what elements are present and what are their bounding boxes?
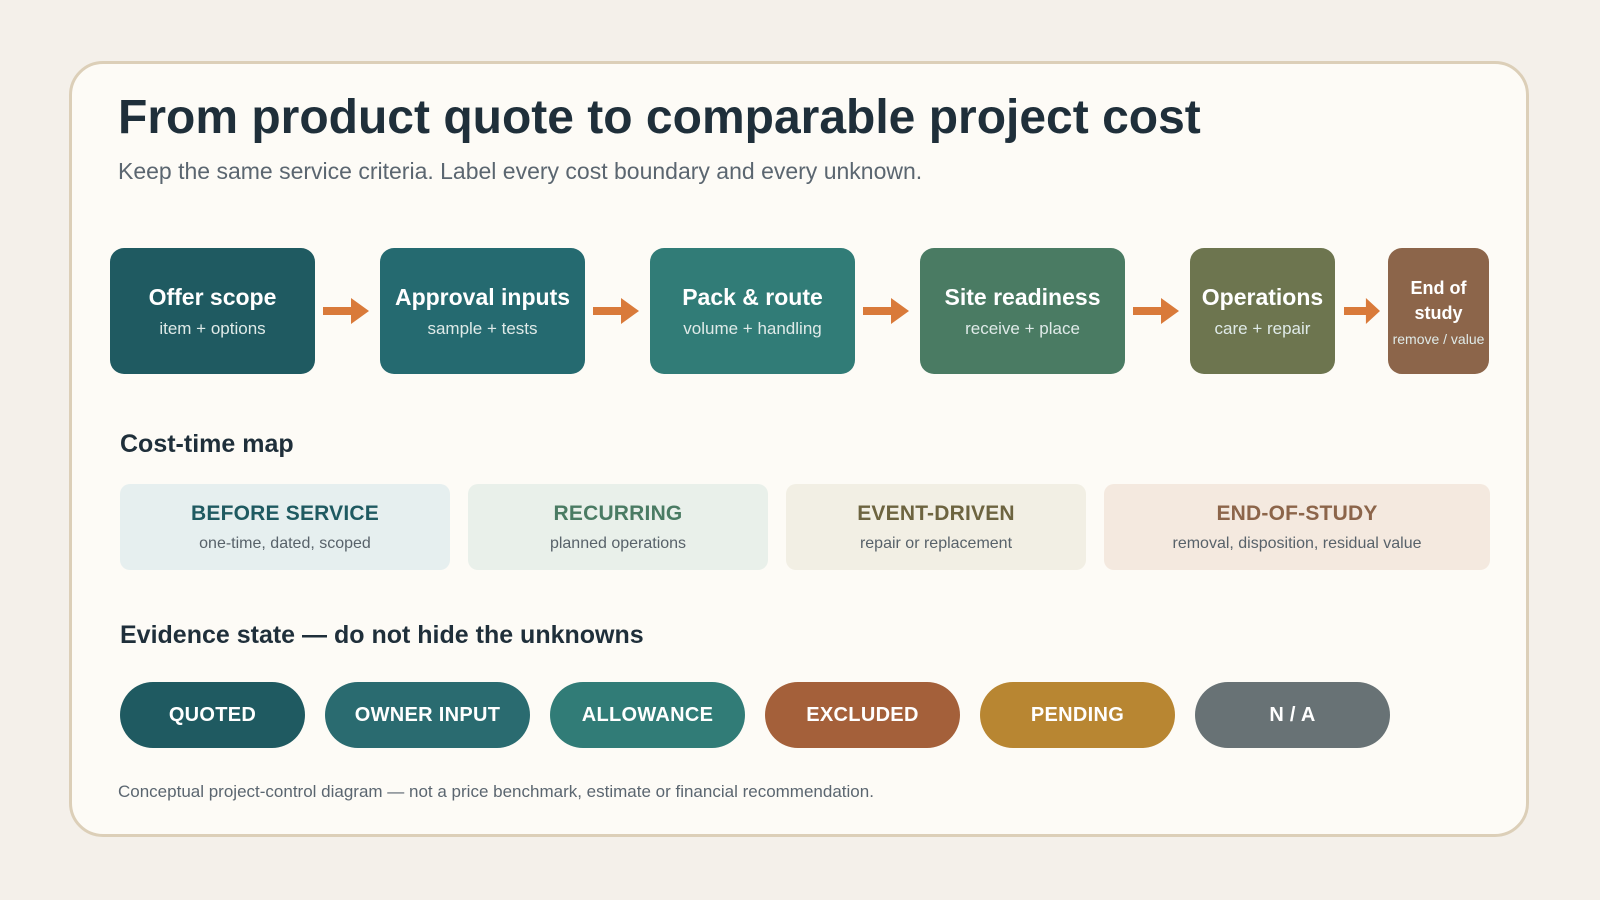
- step-subtitle: remove / value: [1392, 330, 1485, 347]
- step-title: Pack & route: [682, 284, 823, 310]
- evidence-pill-excluded: EXCLUDED: [765, 682, 960, 748]
- cost-time-before-service: BEFORE SERVICE one-time, dated, scoped: [120, 484, 450, 570]
- step-subtitle: item + options: [159, 319, 266, 338]
- step-subtitle: sample + tests: [427, 319, 538, 338]
- flow-step-approval-inputs: Approval inputs sample + tests: [380, 248, 585, 374]
- evidence-pill-pending: PENDING: [980, 682, 1175, 748]
- step-subtitle: receive + place: [965, 319, 1080, 338]
- cost-time-title: BEFORE SERVICE: [191, 501, 379, 525]
- step-subtitle: volume + handling: [683, 319, 822, 338]
- flow-arrow-icon: [593, 298, 639, 324]
- evidence-pill-owner-input: OWNER INPUT: [325, 682, 530, 748]
- flow-step-offer-scope: Offer scope item + options: [110, 248, 315, 374]
- step-title: Site readiness: [944, 284, 1101, 310]
- step-title: Operations: [1201, 284, 1324, 310]
- cost-time-subtitle: planned operations: [549, 534, 687, 552]
- evidence-pill-allowance: ALLOWANCE: [550, 682, 745, 748]
- flow-step-operations: Operations care + repair: [1190, 248, 1335, 374]
- step-subtitle: care + repair: [1214, 319, 1311, 338]
- cost-time-subtitle: one-time, dated, scoped: [199, 534, 371, 552]
- footnote: Conceptual project-control diagram — not…: [118, 782, 874, 801]
- flow-arrow-icon: [1133, 298, 1179, 324]
- evidence-pill-na: N / A: [1195, 682, 1390, 748]
- cost-time-subtitle: removal, disposition, residual value: [1172, 534, 1422, 552]
- page-subtitle: Keep the same service criteria. Label ev…: [118, 158, 923, 184]
- evidence-pill-quoted: QUOTED: [120, 682, 305, 748]
- cost-time-subtitle: repair or replacement: [859, 534, 1013, 552]
- flow-step-site-readiness: Site readiness receive + place: [920, 248, 1125, 374]
- flow-arrow-icon: [323, 298, 369, 324]
- evidence-heading: Evidence state — do not hide the unknown…: [120, 621, 644, 649]
- step-title: End of study: [1410, 277, 1467, 323]
- cost-time-title: RECURRING: [553, 501, 683, 525]
- flow-step-end-of-study: End of study remove / value: [1388, 248, 1489, 374]
- flow-step-pack-route: Pack & route volume + handling: [650, 248, 855, 374]
- flow-arrow-icon: [1344, 298, 1380, 324]
- cost-time-event-driven: EVENT-DRIVEN repair or replacement: [786, 484, 1086, 570]
- page-title: From product quote to comparable project…: [118, 91, 1201, 144]
- flow-arrow-icon: [863, 298, 909, 324]
- cost-time-title: END-OF-STUDY: [1216, 501, 1378, 525]
- cost-time-recurring: RECURRING planned operations: [468, 484, 768, 570]
- cost-time-heading: Cost-time map: [120, 430, 294, 458]
- cost-time-title: EVENT-DRIVEN: [857, 501, 1015, 525]
- cost-time-end-of-study: END-OF-STUDY removal, disposition, resid…: [1104, 484, 1490, 570]
- step-title: Offer scope: [148, 284, 277, 310]
- step-title: Approval inputs: [394, 284, 571, 310]
